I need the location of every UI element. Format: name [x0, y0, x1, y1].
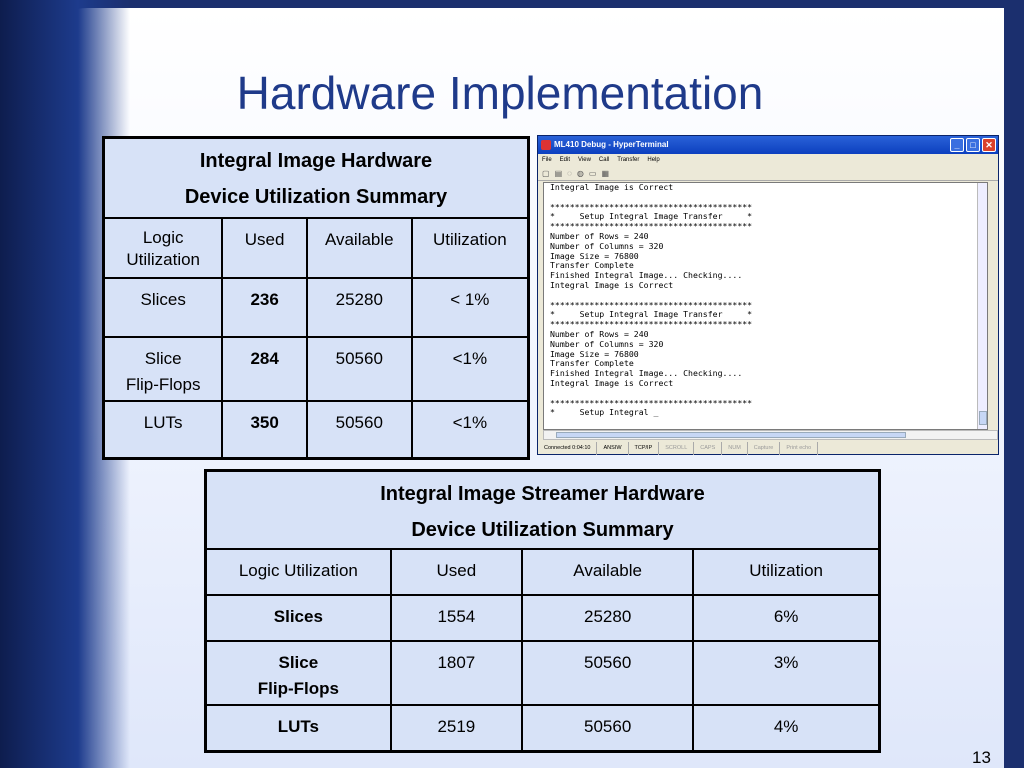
table2-header-logic: Logic Utilization — [204, 548, 392, 596]
hyperterminal-window[interactable]: ML410 Debug - HyperTerminal _ □ ✕ File E… — [537, 135, 999, 455]
new-file-icon[interactable]: ▢ — [542, 169, 550, 178]
maximize-button[interactable]: □ — [966, 138, 980, 152]
menu-call[interactable]: Call — [599, 154, 609, 167]
integral-image-streamer-utilization-table: Integral Image Streamer Hardware Device … — [204, 469, 881, 753]
horizontal-scrollbar[interactable] — [543, 430, 998, 440]
disconnect-icon[interactable]: ◍ — [577, 169, 584, 178]
table1-header-used: Used — [221, 216, 308, 279]
table-row: Slice Flip-Flops 284 50560 <1% — [102, 335, 530, 402]
menu-edit[interactable]: Edit — [560, 154, 570, 167]
menu-file[interactable]: File — [542, 154, 552, 167]
table1-title: Integral Image Hardware Device Utilizati… — [102, 136, 530, 219]
table-row: Slices 236 25280 < 1% — [102, 276, 530, 338]
call-icon[interactable]: ◌ — [567, 169, 572, 178]
slide-title: Hardware Implementation — [236, 67, 764, 119]
menu-bar: File Edit View Call Transfer Help — [538, 154, 998, 167]
table2-header-used: Used — [389, 548, 524, 596]
table1-header-logic: Logic Utilization — [102, 216, 224, 279]
table2-header-utilization: Utilization — [692, 548, 881, 596]
status-bar: Connected 0:04:10 ANSIW TCP/IP SCROLL CA… — [538, 442, 998, 455]
close-button[interactable]: ✕ — [982, 138, 996, 152]
window-title-bar[interactable]: ML410 Debug - HyperTerminal _ □ ✕ — [538, 136, 998, 154]
minimize-button[interactable]: _ — [950, 138, 964, 152]
table2-header-available: Available — [521, 548, 695, 596]
open-folder-icon[interactable]: ▤ — [555, 169, 563, 178]
terminal-output[interactable]: Integral Image is Correct **************… — [543, 182, 988, 430]
table-row: LUTs 2519 50560 4% — [204, 704, 881, 752]
menu-view[interactable]: View — [578, 154, 591, 167]
table2-title: Integral Image Streamer Hardware Device … — [204, 469, 881, 550]
hyperterminal-icon — [541, 140, 551, 150]
table1-header-available: Available — [305, 216, 413, 279]
hscroll-thumb[interactable] — [556, 432, 906, 438]
menu-transfer[interactable]: Transfer — [617, 154, 639, 167]
send-icon[interactable]: ▭ — [589, 169, 597, 178]
scrollbar-thumb[interactable] — [979, 411, 987, 425]
slide-number: 13 — [972, 748, 991, 767]
table1-header-utilization: Utilization — [410, 216, 530, 279]
integral-image-utilization-table: Integral Image Hardware Device Utilizati… — [102, 136, 530, 460]
table-row: Slices 1554 25280 6% — [204, 594, 881, 642]
toolbar: ▢ ▤ ◌ ◍ ▭ ▦ — [538, 167, 998, 181]
properties-icon[interactable]: ▦ — [601, 169, 609, 178]
menu-help[interactable]: Help — [647, 154, 659, 167]
table-row: LUTs 350 50560 <1% — [102, 399, 530, 460]
table-row: Slice Flip-Flops 1807 50560 3% — [204, 640, 881, 706]
vertical-scrollbar[interactable] — [977, 183, 987, 429]
